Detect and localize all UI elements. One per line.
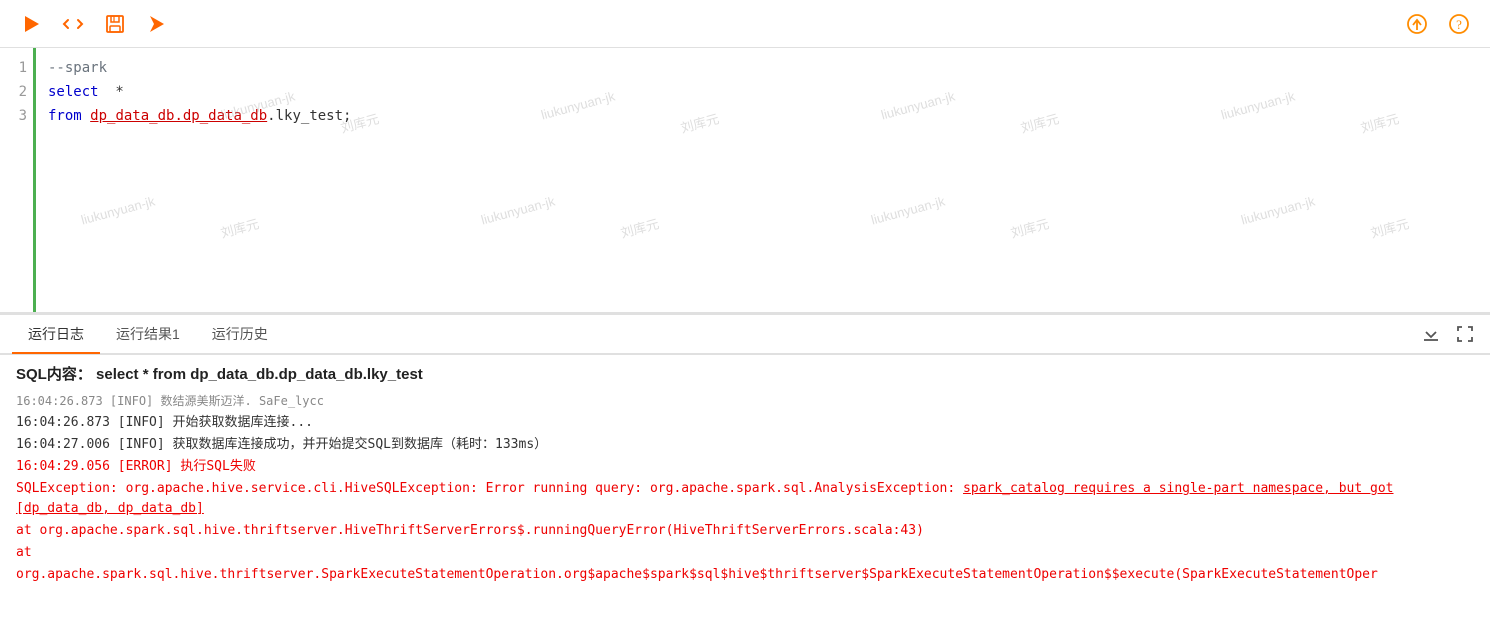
svg-text:?: ?: [1456, 17, 1462, 32]
tabs-right: [1418, 321, 1478, 347]
log-error-5: org.apache.spark.sql.hive.thriftserver.S…: [16, 565, 1474, 585]
log-content[interactable]: SQL内容： select * from dp_data_db.dp_data_…: [0, 355, 1490, 623]
code-select-rest: *: [99, 80, 124, 104]
toolbar: ?: [0, 0, 1490, 48]
code-table-rest: .lky_test;: [267, 104, 351, 128]
log-line-1: 16:04:26.873 [INFO] 开始获取数据库连接...: [16, 413, 1474, 433]
tab-run-history[interactable]: 运行历史: [196, 316, 284, 354]
code-line-1: --spark: [48, 56, 1478, 80]
line-numbers: 1 2 3: [0, 48, 36, 312]
log-line-truncated: 16:04:26.873 [INFO] 数结源美斯迈洋. SaFe_lycc: [16, 391, 1474, 411]
sql-summary: SQL内容： select * from dp_data_db.dp_data_…: [16, 365, 1474, 385]
save-button[interactable]: [100, 9, 130, 39]
bottom-panel: 运行日志 运行结果1 运行历史: [0, 313, 1490, 623]
code-keyword-from: from: [48, 104, 90, 128]
toolbar-right: ?: [1402, 9, 1474, 39]
code-button[interactable]: [58, 9, 88, 39]
code-keyword-select: select: [48, 80, 99, 104]
sql-summary-value: select * from dp_data_db.dp_data_db.lky_…: [96, 366, 423, 383]
upload-button[interactable]: [1402, 9, 1432, 39]
editor-area: 1 2 3 --spark select * from dp_data_db.d…: [0, 48, 1490, 313]
code-line-3: from dp_data_db.dp_data_db.lky_test;: [48, 104, 1478, 128]
code-comment: --spark: [48, 56, 107, 80]
log-error-4: at: [16, 543, 1474, 563]
flag-button[interactable]: [142, 9, 172, 39]
log-error-2: SQLException: org.apache.hive.service.cl…: [16, 479, 1474, 519]
tab-run-result[interactable]: 运行结果1: [100, 316, 196, 354]
log-line-2: 16:04:27.006 [INFO] 获取数据库连接成功，并开始提交SQL到数…: [16, 435, 1474, 455]
tab-run-log[interactable]: 运行日志: [12, 316, 100, 354]
sql-summary-label: SQL内容：: [16, 366, 92, 383]
tabs-left: 运行日志 运行结果1 运行历史: [12, 316, 284, 352]
log-error-1: 16:04:29.056 [ERROR] 执行SQL失败: [16, 457, 1474, 477]
run-button[interactable]: [16, 9, 46, 39]
download-icon[interactable]: [1418, 321, 1444, 347]
code-content[interactable]: --spark select * from dp_data_db.dp_data…: [36, 48, 1490, 312]
code-line-2: select *: [48, 80, 1478, 104]
fullscreen-icon[interactable]: [1452, 321, 1478, 347]
help-button[interactable]: ?: [1444, 9, 1474, 39]
code-table-underline: dp_data_db.dp_data_db: [90, 104, 267, 128]
toolbar-left: [16, 9, 172, 39]
tabs-bar: 运行日志 运行结果1 运行历史: [0, 315, 1490, 355]
log-error-3: at org.apache.spark.sql.hive.thriftserve…: [16, 521, 1474, 541]
